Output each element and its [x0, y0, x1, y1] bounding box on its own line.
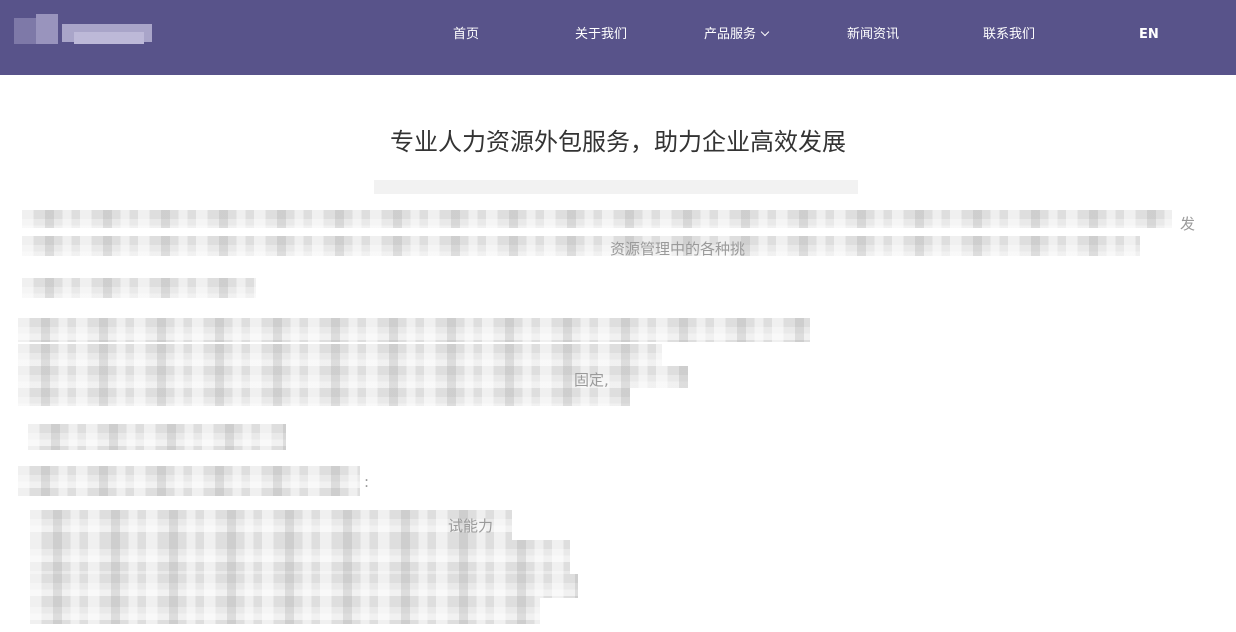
obscured-paragraph: [18, 388, 630, 406]
text-fragment: :: [364, 473, 370, 491]
text-fragment: 发: [1180, 215, 1196, 233]
nav-item-news[interactable]: 新闻资讯: [847, 25, 899, 45]
text-fragment: 固定,: [574, 371, 609, 389]
text-fragment: 资源管理中的各种挑: [610, 240, 746, 258]
company-logo[interactable]: [14, 10, 154, 54]
obscured-paragraph: [22, 210, 1172, 228]
obscured-list: [30, 598, 540, 624]
chevron-down-icon: [760, 27, 770, 37]
nav-item-home[interactable]: 首页: [453, 25, 479, 45]
obscured-subheading: [28, 424, 286, 450]
top-navbar: 首页 关于我们 产品服务 新闻资讯 联系我们 EN: [0, 0, 1236, 75]
page-title: 专业人力资源外包服务，助力企业高效发展: [390, 128, 846, 156]
obscured-list: [30, 574, 578, 598]
obscured-subheading: [22, 278, 256, 298]
obscured-paragraph: [18, 344, 662, 366]
language-switch[interactable]: EN: [1139, 25, 1159, 45]
obscured-paragraph: [18, 466, 360, 496]
nav-item-about[interactable]: 关于我们: [575, 25, 627, 45]
nav-item-products[interactable]: 产品服务: [704, 25, 770, 45]
obscured-paragraph: [22, 236, 1140, 256]
obscured-meta-line: [374, 180, 858, 194]
nav-item-products-label: 产品服务: [704, 27, 757, 42]
obscured-list: [30, 540, 570, 574]
obscured-list: [30, 510, 512, 540]
obscured-paragraph: [18, 318, 810, 342]
nav-item-contact[interactable]: 联系我们: [983, 25, 1035, 45]
text-fragment: 试能力: [448, 517, 494, 535]
